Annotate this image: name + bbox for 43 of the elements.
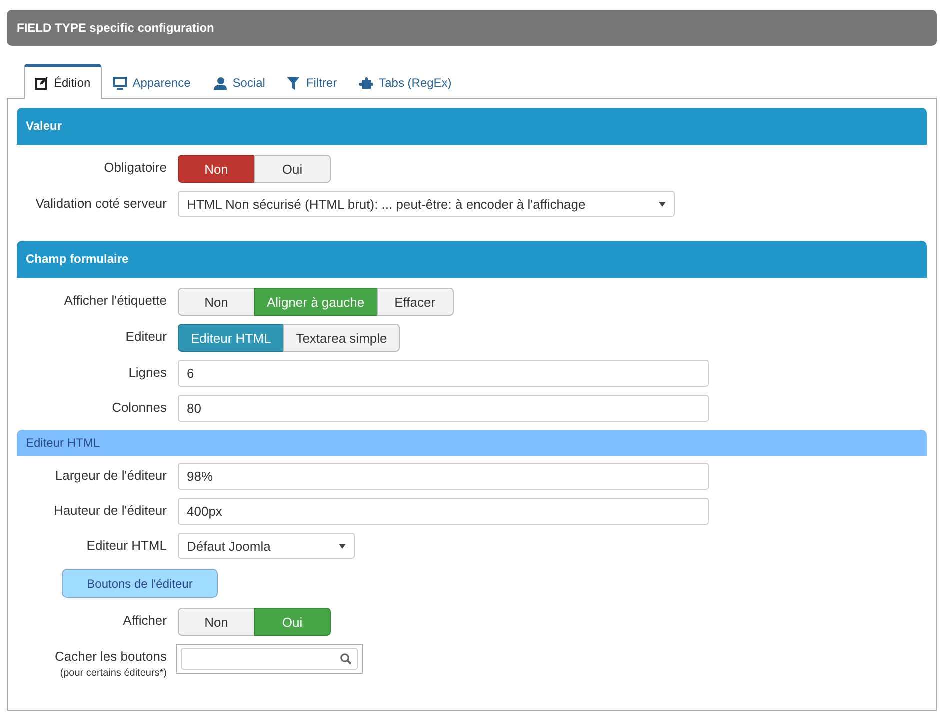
- toggle-option[interactable]: Non: [178, 608, 255, 636]
- toggle-option[interactable]: Non: [178, 155, 255, 183]
- field-label: Validation coté serveur: [36, 196, 167, 211]
- monitor-icon: [112, 76, 127, 90]
- field-label: Hauteur de l'éditeur: [54, 503, 167, 518]
- field-label: Colonnes: [112, 400, 167, 415]
- tab[interactable]: Tabs (RegEx): [348, 66, 463, 99]
- tab[interactable]: Filtrer: [276, 66, 348, 99]
- toggle-option[interactable]: Effacer: [376, 288, 454, 316]
- text-field[interactable]: 400px: [178, 498, 709, 525]
- toggle-option[interactable]: Oui: [254, 155, 331, 183]
- caret-icon: [339, 544, 346, 548]
- puzzle-icon: [359, 76, 374, 90]
- toggle-option[interactable]: Non: [178, 288, 255, 316]
- filter-icon: [287, 76, 300, 90]
- editor-buttons-button[interactable]: Boutons de l'éditeur: [62, 569, 218, 598]
- search-field[interactable]: [181, 648, 358, 670]
- edit-icon: [35, 76, 48, 90]
- section-header: Editeur HTML: [17, 430, 927, 456]
- field-label: Obligatoire: [104, 160, 167, 175]
- text-field[interactable]: 80: [178, 395, 709, 422]
- field-label: Lignes: [128, 365, 167, 380]
- select-dropdown[interactable]: Défaut Joomla: [178, 533, 355, 559]
- field-label: Afficher: [123, 613, 167, 628]
- tab[interactable]: Édition: [24, 64, 102, 99]
- field-note: (pour certains éditeurs*): [60, 668, 167, 679]
- text-field[interactable]: 98%: [178, 463, 709, 490]
- field-label: Cacher les boutons: [54, 649, 167, 664]
- tab[interactable]: Social: [202, 66, 276, 99]
- section-header: Valeur: [17, 108, 927, 145]
- text-field[interactable]: 6: [178, 360, 709, 387]
- toggle-option[interactable]: Textarea simple: [283, 324, 400, 352]
- select-dropdown[interactable]: HTML Non sécurisé (HTML brut): ... peut-être: à encoder à l'affichage: [178, 191, 675, 217]
- field-label: Editeur HTML: [86, 538, 167, 553]
- section-header: FIELD TYPE specific configuration: [7, 10, 937, 46]
- user-icon: [212, 76, 227, 90]
- section-header: Champ formulaire: [17, 241, 927, 278]
- field-label: Editeur: [126, 329, 167, 344]
- tab[interactable]: Apparence: [102, 66, 202, 99]
- field-label: Largeur de l'éditeur: [55, 468, 167, 483]
- search-icon: [340, 653, 352, 665]
- field-label: Afficher l'étiquette: [64, 293, 167, 308]
- caret-icon: [659, 202, 666, 206]
